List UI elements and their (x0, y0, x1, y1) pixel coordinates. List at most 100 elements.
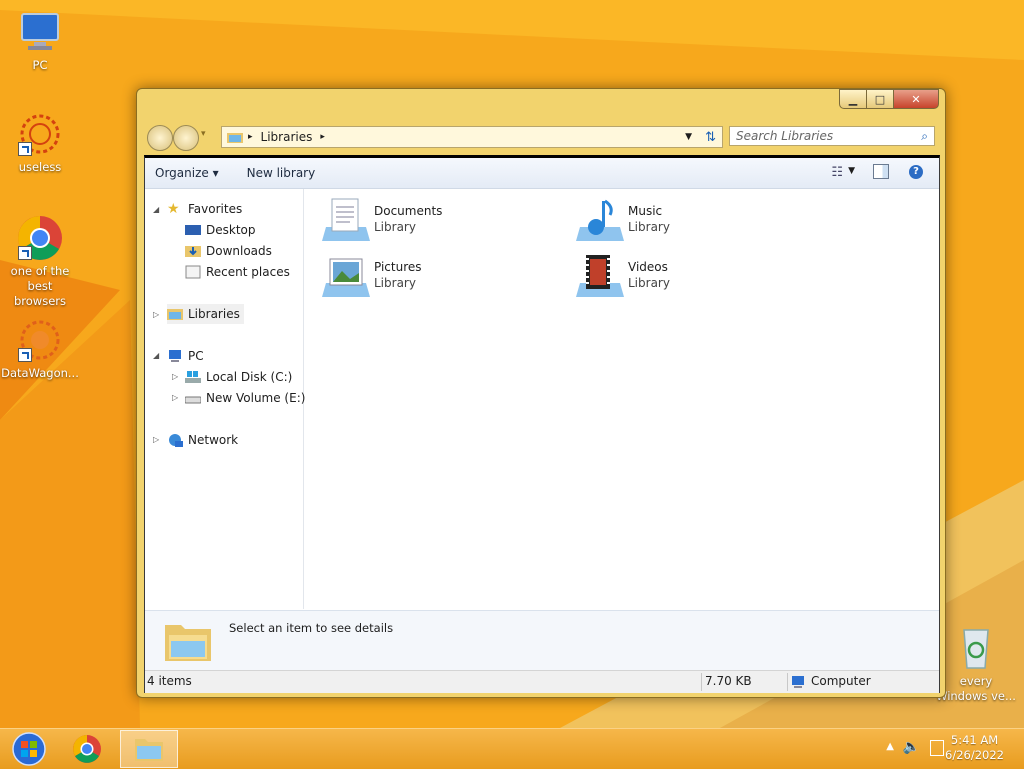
desktop-icon-recycle-bin[interactable]: every Windows ve... (936, 624, 1016, 704)
new-library-button[interactable]: New library (229, 166, 326, 180)
mandala-icon (16, 110, 64, 158)
library-type: Library (628, 220, 670, 234)
nav-item-libraries[interactable]: Libraries (167, 304, 244, 324)
nav-label: PC (188, 349, 204, 363)
library-name: Pictures (374, 260, 422, 274)
breadcrumb-libraries[interactable]: Libraries (261, 130, 313, 144)
computer-icon (16, 8, 64, 56)
windows-logo-icon (12, 732, 46, 766)
refresh-icon[interactable]: ⇅ (705, 130, 716, 145)
collapse-arrow-icon[interactable]: ◢ (153, 351, 159, 360)
recent-pages-chevron-icon[interactable]: ▾ (201, 129, 206, 139)
close-button[interactable]: ✕ (893, 89, 939, 109)
location-zone: Computer (811, 674, 871, 688)
status-divider (787, 673, 788, 691)
desktop-icon-label: useless (18, 160, 62, 174)
nav-item-new-volume[interactable]: New Volume (E:) (185, 388, 305, 408)
expand-arrow-icon[interactable]: ▷ (153, 435, 159, 444)
address-bar[interactable]: ▸ Libraries ▸ ▼ ⇅ (221, 126, 723, 148)
desktop-icon-label: DataWagon... (1, 366, 79, 380)
minimize-icon: ▁ (848, 92, 858, 106)
status-divider (701, 673, 702, 691)
library-type: Library (374, 220, 416, 234)
network-status-icon[interactable] (930, 740, 944, 756)
pictures-library-icon (322, 258, 370, 297)
library-name: Documents (374, 204, 443, 218)
nav-item-network[interactable]: Network (167, 430, 238, 450)
command-bar: Organize ▾ New library ☷ ▼ ? (145, 158, 939, 189)
nav-item-downloads[interactable]: Downloads (185, 241, 272, 261)
maximize-button[interactable]: □ (866, 89, 894, 109)
search-input[interactable]: Search Libraries ⌕ (729, 126, 935, 146)
start-button[interactable] (0, 730, 58, 768)
downloads-folder-icon (185, 246, 201, 257)
help-icon[interactable]: ? (909, 165, 923, 179)
desktop-icon-useless[interactable]: useless (0, 110, 80, 175)
system-clock[interactable]: 5:41 AM 6/26/2022 (945, 733, 1004, 763)
nav-label: Recent places (206, 265, 290, 279)
library-documents[interactable]: Documents Library (320, 197, 442, 245)
library-type: Library (628, 276, 670, 290)
nav-item-favorites[interactable]: ★ Favorites (167, 199, 242, 219)
selection-size: 7.70 KB (705, 674, 752, 688)
address-row: ▾ ▸ Libraries ▸ ▼ ⇅ Search Libraries ⌕ (145, 123, 937, 151)
drive-icon (185, 396, 201, 404)
libraries-folder-icon (167, 309, 183, 320)
address-dropdown-icon[interactable]: ▼ (685, 132, 692, 142)
shortcut-arrow-icon (18, 246, 32, 260)
expand-arrow-icon[interactable]: ▷ (153, 310, 159, 319)
desktop-icon-pc[interactable]: PC (0, 8, 80, 73)
organize-button[interactable]: Organize ▾ (145, 166, 229, 180)
chrome-icon (73, 735, 101, 763)
view-options-icon[interactable]: ☷ (831, 165, 843, 180)
desktop-icon-browser[interactable]: one of the best browsers (0, 214, 80, 309)
explorer-window[interactable]: ▁ □ ✕ ▾ ▸ Libraries ▸ ▼ ⇅ Search Librari… (136, 88, 946, 698)
details-text: Select an item to see details (229, 621, 394, 635)
breadcrumb-separator-icon[interactable]: ▸ (320, 132, 325, 142)
minimize-button[interactable]: ▁ (839, 89, 867, 109)
forward-button[interactable] (173, 125, 199, 151)
search-placeholder: Search Libraries (736, 129, 834, 143)
desktop-folder-icon (185, 225, 201, 235)
libraries-folder-icon (227, 133, 243, 143)
library-music[interactable]: Music Library (574, 197, 670, 245)
nav-label: Favorites (188, 202, 243, 216)
organize-label: Organize (155, 166, 209, 180)
back-button[interactable] (147, 125, 173, 151)
nav-label: New Volume (E:) (206, 391, 306, 405)
search-icon[interactable]: ⌕ (921, 129, 928, 144)
recycle-bin-icon (952, 624, 1000, 672)
collapse-arrow-icon[interactable]: ◢ (153, 205, 159, 214)
videos-library-icon (576, 255, 624, 297)
nav-item-local-disk[interactable]: Local Disk (C:) (185, 367, 292, 387)
documents-library-icon (322, 198, 370, 241)
breadcrumb-separator-icon: ▸ (248, 132, 253, 142)
taskbar: ▲ 🔈 5:41 AM 6/26/2022 (0, 728, 1024, 769)
nav-label: Downloads (206, 244, 272, 258)
expand-arrow-icon[interactable]: ▷ (172, 372, 178, 381)
library-name: Videos (628, 260, 668, 274)
library-videos[interactable]: Videos Library (574, 253, 670, 301)
desktop-icon-label: one of the best browsers (10, 264, 70, 308)
nav-item-pc[interactable]: PC (167, 346, 204, 366)
close-icon: ✕ (911, 92, 921, 106)
library-pictures[interactable]: Pictures Library (320, 253, 422, 301)
view-dropdown-icon[interactable]: ▼ (848, 166, 855, 176)
nav-item-recent-places[interactable]: Recent places (185, 262, 290, 282)
recent-places-icon (185, 265, 201, 279)
item-count: 4 items (147, 674, 192, 688)
preview-pane-icon[interactable] (873, 164, 889, 179)
window-controls: ▁ □ ✕ (839, 89, 939, 109)
computer-icon (169, 350, 181, 362)
taskbar-explorer[interactable] (120, 730, 178, 768)
nav-item-desktop[interactable]: Desktop (185, 220, 256, 240)
desktop-icon-datawagon[interactable]: DataWagon... (0, 316, 80, 381)
details-pane: Select an item to see details (145, 610, 939, 671)
library-type: Library (374, 276, 416, 290)
volume-muted-icon[interactable]: 🔈 (903, 739, 920, 755)
taskbar-chrome[interactable] (58, 730, 116, 768)
show-hidden-icons-icon[interactable]: ▲ (886, 741, 894, 752)
network-icon (169, 434, 183, 447)
nav-label: Network (188, 433, 239, 447)
expand-arrow-icon[interactable]: ▷ (172, 393, 178, 402)
